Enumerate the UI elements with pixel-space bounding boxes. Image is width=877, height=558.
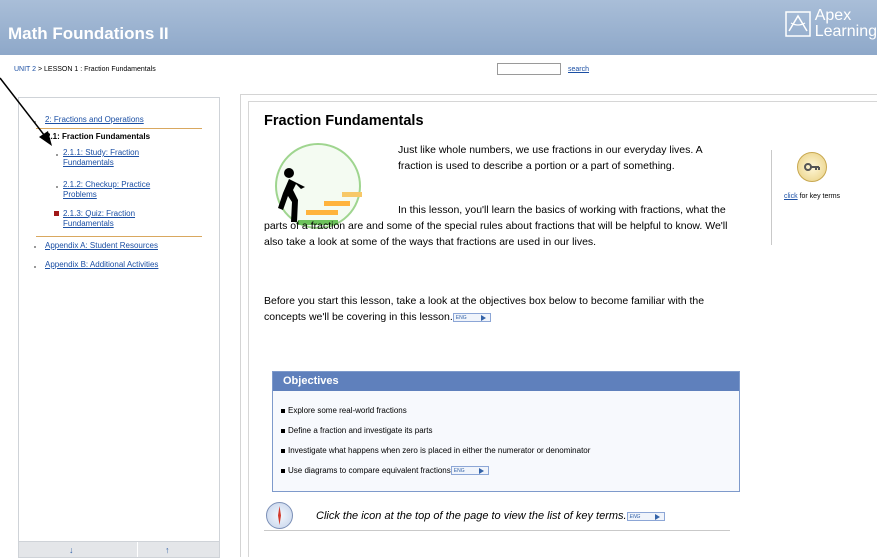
key-terms-hint: Click the icon at the top of the page to… <box>264 500 730 531</box>
objective-item: Define a fraction and investigate its pa… <box>281 426 433 435</box>
toc-item-appendix-b[interactable]: Appendix B: Additional Activities <box>45 260 158 270</box>
objectives-box: Objectives Explore some real-world fract… <box>272 371 740 492</box>
pointer-arrow-icon <box>0 77 52 146</box>
intro-paragraph: Just like whole numbers, we use fraction… <box>398 144 703 172</box>
page-title: Fraction Fundamentals <box>264 113 424 129</box>
compass-icon[interactable] <box>266 502 293 529</box>
audio-eng-label: ENG <box>455 314 467 321</box>
bullet-icon <box>34 246 36 248</box>
toc-divider <box>36 236 202 237</box>
quiz-marker-icon <box>54 211 59 216</box>
objective-item: Explore some real-world fractions <box>281 406 407 415</box>
nav-separator <box>137 542 138 557</box>
audio-eng-label: ENG <box>453 468 465 475</box>
toc-item-checkup[interactable]: 2.1.2: Checkup: Practice Problems <box>63 180 183 200</box>
logo-text-line2: Learning <box>814 23 877 40</box>
apex-logo-icon <box>784 11 811 37</box>
audio-eng-button[interactable]: ENG <box>626 511 665 521</box>
audio-eng-button[interactable]: ENG <box>450 466 489 476</box>
objective-item: Investigate what happens when zero is pl… <box>280 446 591 455</box>
toc-item-quiz[interactable]: 2.1.3: Quiz: Fraction Fundamentals <box>63 209 183 229</box>
bullet-icon <box>56 186 58 188</box>
audio-eng-label: ENG <box>629 513 641 520</box>
objective-item: Use diagrams to compare equivalent fract… <box>281 466 489 476</box>
play-icon <box>478 468 484 475</box>
header-bar: Math Foundations II Apex Learning <box>0 0 877 55</box>
key-terms-link-row: click for key terms <box>784 193 840 200</box>
toc-item-appendix-a[interactable]: Appendix A: Student Resources <box>45 241 158 251</box>
search-input[interactable] <box>497 63 561 75</box>
logo-text: Apex Learning <box>815 8 877 40</box>
search-link[interactable]: search <box>568 66 589 73</box>
side-divider <box>771 150 772 245</box>
audio-eng-button[interactable]: ENG <box>452 312 491 322</box>
objectives-heading: Objectives <box>273 372 739 391</box>
play-icon <box>480 314 486 321</box>
hint-text: Click the icon at the top of the page to… <box>316 510 665 522</box>
key-terms-icon[interactable] <box>797 152 827 182</box>
toc-panel: 2: Fractions and Operations 2.1: Fractio… <box>18 97 220 543</box>
prev-arrow-icon[interactable]: ↑ <box>165 545 170 555</box>
key-terms-label: for key terms <box>797 193 841 200</box>
objectives-intro-paragraph: Before you start this lesson, take a loo… <box>264 293 734 325</box>
objective-item-text: Use diagrams to compare equivalent fract… <box>288 466 451 475</box>
bullet-icon <box>34 266 36 268</box>
lesson-paragraph: In this lesson, you'll learn the basics … <box>264 204 728 248</box>
logo-text-line1: Apex <box>814 7 852 24</box>
key-terms-click-link[interactable]: click <box>784 193 798 200</box>
play-icon <box>654 513 660 520</box>
compass-needle-icon <box>278 506 281 525</box>
toc-nav-bar: ↓ ↑ <box>18 541 220 558</box>
key-icon <box>804 163 820 171</box>
hint-text-content: Click the icon at the top of the page to… <box>316 510 627 522</box>
next-arrow-icon[interactable]: ↓ <box>69 545 74 555</box>
apex-logo: Apex Learning <box>784 8 877 40</box>
